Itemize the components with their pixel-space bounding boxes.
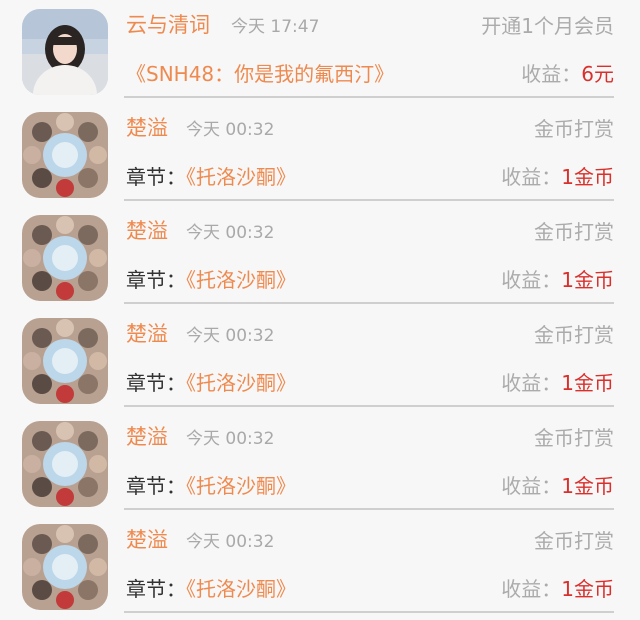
income-label: 收益： [521, 62, 582, 86]
record-time: 今天 00:32 [186, 223, 275, 243]
income: 收益：1金币 [501, 574, 614, 604]
user-name[interactable]: 楚溢 [126, 216, 168, 246]
row-divider [124, 302, 614, 304]
record-type: 金币打赏 [534, 220, 614, 244]
record-type: 金币打赏 [534, 117, 614, 141]
work-title-link[interactable]: 《SNH48：你是我的氟西汀》 [126, 62, 394, 86]
income: 收益：1金币 [501, 368, 614, 398]
record-row[interactable]: 楚溢 今天 00:32 金币打赏 章节：《托洛沙酮》 收益：1金币 [0, 412, 640, 515]
income-label: 收益： [501, 474, 562, 498]
chapter-title-link[interactable]: 《托洛沙酮》 [186, 371, 296, 395]
record-row[interactable]: 楚溢 今天 00:32 金币打赏 章节：《托洛沙酮》 收益：1金币 [0, 515, 640, 618]
income: 收益：1金币 [501, 162, 614, 192]
income-label: 收益： [501, 577, 562, 601]
group-photo-avatar[interactable] [22, 112, 108, 198]
chapter-title-link[interactable]: 《托洛沙酮》 [186, 268, 296, 292]
income-label: 收益： [501, 268, 562, 292]
detail-label: 章节： [126, 577, 186, 601]
record-type: 金币打赏 [534, 529, 614, 553]
detail-label: 章节： [126, 371, 186, 395]
group-photo-avatar[interactable] [22, 421, 108, 507]
record-type: 金币打赏 [534, 323, 614, 347]
income-record-list: 云与清词 今天 17:47 开通1个月会员 《SNH48：你是我的氟西汀》 收益… [0, 0, 640, 620]
income-value: 6元 [581, 62, 614, 86]
record-time: 今天 00:32 [186, 120, 275, 140]
record-time: 今天 00:32 [186, 532, 275, 552]
group-photo-avatar[interactable] [22, 318, 108, 404]
record-detail: 章节：《托洛沙酮》 [126, 471, 296, 501]
income: 收益：1金币 [501, 471, 614, 501]
income-value: 1金币 [561, 577, 614, 601]
row-divider [124, 611, 614, 613]
income-value: 1金币 [561, 165, 614, 189]
record-type: 金币打赏 [534, 426, 614, 450]
group-photo-avatar[interactable] [22, 215, 108, 301]
record-detail: 章节：《托洛沙酮》 [126, 368, 296, 398]
row-divider [124, 96, 614, 98]
user-name[interactable]: 楚溢 [126, 113, 168, 143]
detail-label: 章节： [126, 268, 186, 292]
income-value: 1金币 [561, 268, 614, 292]
chapter-title-link[interactable]: 《托洛沙酮》 [186, 474, 296, 498]
record-time: 今天 00:32 [186, 429, 275, 449]
record-detail: 《SNH48：你是我的氟西汀》 [126, 59, 394, 89]
row-divider [124, 199, 614, 201]
record-time: 今天 17:47 [231, 17, 320, 37]
detail-label: 章节： [126, 474, 186, 498]
group-photo-avatar[interactable] [22, 524, 108, 610]
income-label: 收益： [501, 371, 562, 395]
record-detail: 章节：《托洛沙酮》 [126, 574, 296, 604]
income-value: 1金币 [561, 371, 614, 395]
income: 收益：1金币 [501, 265, 614, 295]
user-name[interactable]: 楚溢 [126, 525, 168, 555]
record-type: 开通1个月会员 [481, 14, 614, 38]
row-divider [124, 405, 614, 407]
chapter-title-link[interactable]: 《托洛沙酮》 [186, 577, 296, 601]
chapter-title-link[interactable]: 《托洛沙酮》 [186, 165, 296, 189]
income-label: 收益： [501, 165, 562, 189]
record-time: 今天 00:32 [186, 326, 275, 346]
user-name[interactable]: 楚溢 [126, 422, 168, 452]
record-row[interactable]: 楚溢 今天 00:32 金币打赏 章节：《托洛沙酮》 收益：1金币 [0, 309, 640, 412]
user-name[interactable]: 楚溢 [126, 319, 168, 349]
row-divider [124, 508, 614, 510]
record-row[interactable]: 云与清词 今天 17:47 开通1个月会员 《SNH48：你是我的氟西汀》 收益… [0, 0, 640, 103]
user-photo-avatar[interactable] [22, 9, 108, 95]
record-row[interactable]: 楚溢 今天 00:32 金币打赏 章节：《托洛沙酮》 收益：1金币 [0, 103, 640, 206]
income: 收益：6元 [521, 59, 614, 89]
record-detail: 章节：《托洛沙酮》 [126, 265, 296, 295]
record-detail: 章节：《托洛沙酮》 [126, 162, 296, 192]
income-value: 1金币 [561, 474, 614, 498]
user-name[interactable]: 云与清词 [126, 10, 210, 40]
record-row[interactable]: 楚溢 今天 00:32 金币打赏 章节：《托洛沙酮》 收益：1金币 [0, 206, 640, 309]
detail-label: 章节： [126, 165, 186, 189]
